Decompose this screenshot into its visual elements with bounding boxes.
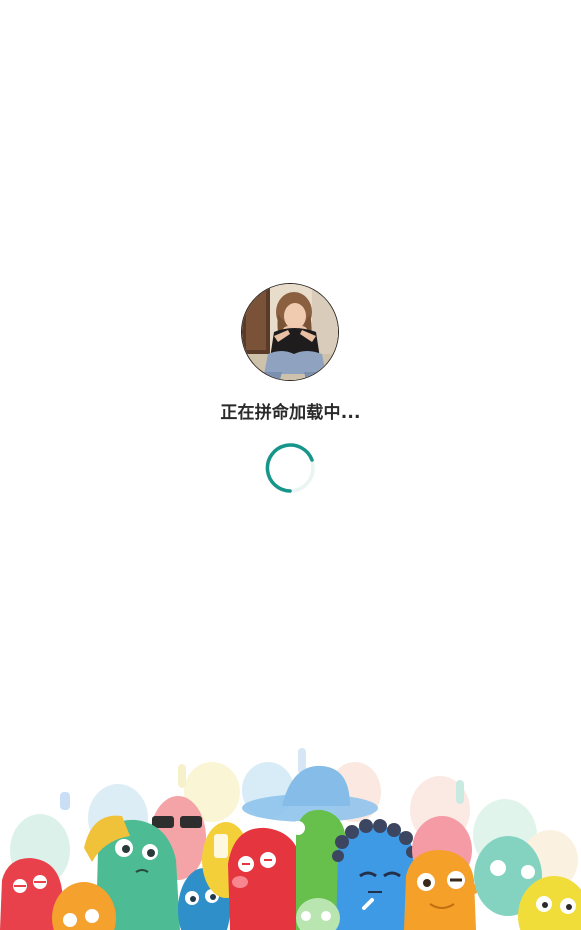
user-avatar [242,284,338,380]
loading-spinner-icon [265,443,315,493]
user-avatar-photo [242,284,338,380]
loading-message: 正在拼命加载中... [220,403,361,423]
loading-screen: 正在拼命加载中... [0,0,581,930]
colorful-monster-crowd-illustration [0,748,581,930]
